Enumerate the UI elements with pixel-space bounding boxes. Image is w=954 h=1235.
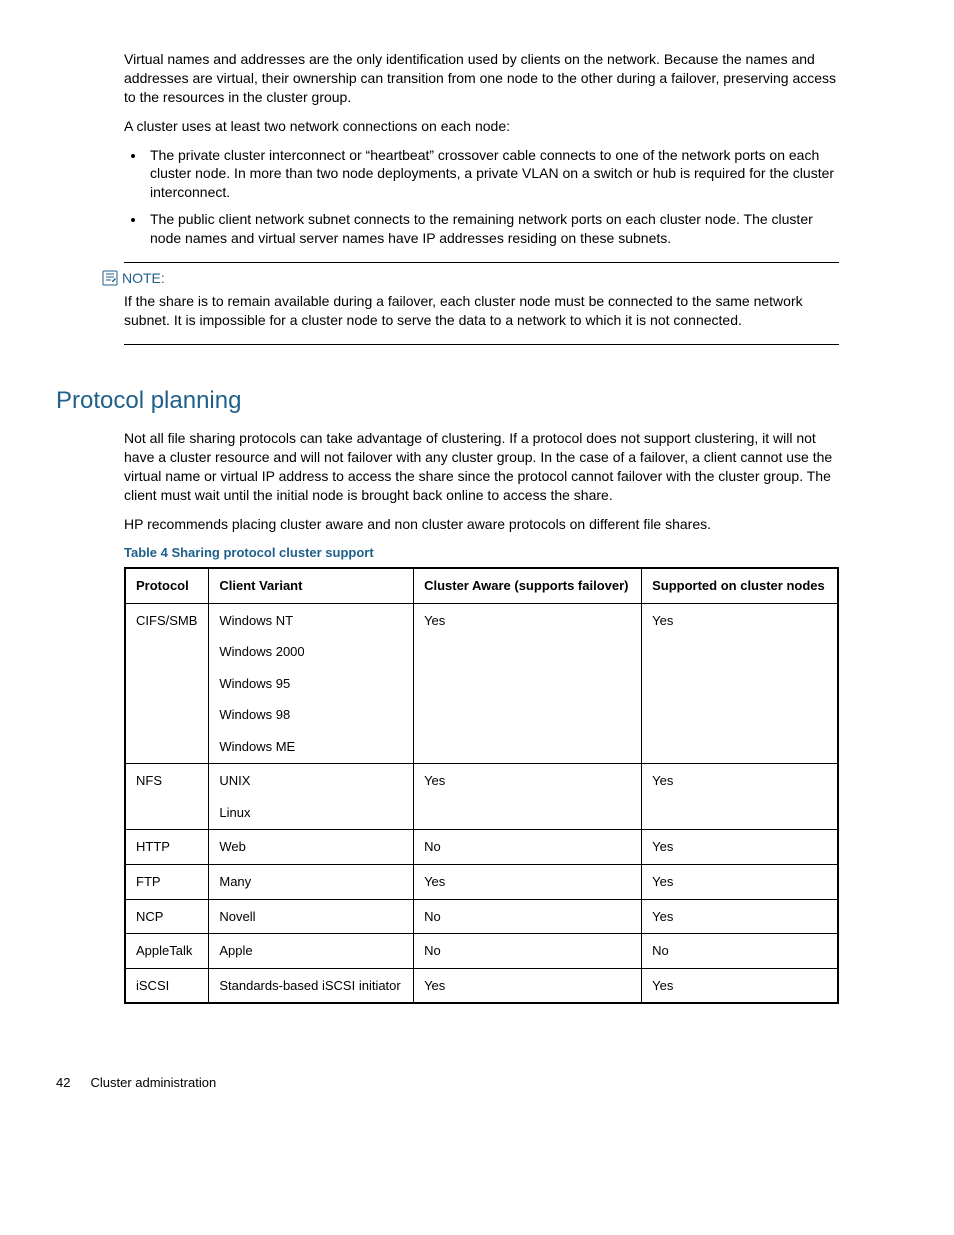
page-footer: 42 Cluster administration — [56, 1074, 839, 1092]
table-row: AppleTalkAppleNoNo — [125, 934, 838, 969]
cell-protocol: NCP — [125, 899, 209, 934]
table-header-row: Protocol Client Variant Cluster Aware (s… — [125, 568, 838, 603]
section-p2: HP recommends placing cluster aware and … — [124, 515, 839, 534]
cell-variant: UNIX Linux — [209, 764, 414, 830]
cell-supported: Yes — [642, 830, 838, 865]
cell-variant: Web — [209, 830, 414, 865]
col-supported: Supported on cluster nodes — [642, 568, 838, 603]
variant-item: Linux — [219, 804, 403, 822]
cell-variant: Apple — [209, 934, 414, 969]
table-row: CIFS/SMB Windows NT Windows 2000 Windows 95… — [125, 603, 838, 764]
cell-protocol: iSCSI — [125, 968, 209, 1003]
table-row: FTPManyYesYes — [125, 865, 838, 900]
table-caption: Table 4 Sharing protocol cluster support — [124, 544, 839, 562]
cell-variant: Many — [209, 865, 414, 900]
variant-item: Windows 95 — [219, 675, 403, 693]
cell-aware: No — [414, 934, 642, 969]
note-block: NOTE: If the share is to remain availabl… — [124, 262, 839, 345]
cell-protocol: NFS — [125, 764, 209, 830]
bullet-item: The private cluster interconnect or “hea… — [146, 146, 839, 203]
cell-protocol: HTTP — [125, 830, 209, 865]
cell-protocol: FTP — [125, 865, 209, 900]
intro-bullets: The private cluster interconnect or “hea… — [124, 146, 839, 248]
cell-aware: Yes — [414, 968, 642, 1003]
table-head: Protocol Client Variant Cluster Aware (s… — [125, 568, 838, 603]
note-body: If the share is to remain available duri… — [124, 292, 839, 330]
cell-aware: No — [414, 899, 642, 934]
col-variant: Client Variant — [209, 568, 414, 603]
cell-aware: Yes — [414, 764, 642, 830]
cell-variant: Windows NT Windows 2000 Windows 95 Windows … — [209, 603, 414, 764]
protocol-table: Protocol Client Variant Cluster Aware (s… — [124, 567, 839, 1004]
footer-title: Cluster administration — [90, 1074, 216, 1092]
note-icon — [102, 270, 118, 286]
cell-aware: No — [414, 830, 642, 865]
col-aware: Cluster Aware (supports failover) — [414, 568, 642, 603]
cell-supported: Yes — [642, 764, 838, 830]
note-header: NOTE: — [102, 269, 839, 288]
table-row: NFS UNIX Linux YesYes — [125, 764, 838, 830]
variant-item: Windows 2000 — [219, 643, 403, 661]
cell-supported: Yes — [642, 865, 838, 900]
cell-variant: Standards-based iSCSI initiator — [209, 968, 414, 1003]
variant-item: Windows 98 — [219, 706, 403, 724]
variant-item: Windows NT — [219, 612, 403, 630]
intro-p1: Virtual names and addresses are the only… — [124, 50, 839, 107]
section-heading: Protocol planning — [56, 385, 839, 417]
variant-item: Windows ME — [219, 738, 403, 756]
cell-variant: Novell — [209, 899, 414, 934]
variant-item: UNIX — [219, 772, 403, 790]
cell-supported: Yes — [642, 899, 838, 934]
intro-p2: A cluster uses at least two network conn… — [124, 117, 839, 136]
cell-aware: Yes — [414, 865, 642, 900]
table-row: iSCSIStandards-based iSCSI initiatorYesY… — [125, 968, 838, 1003]
note-divider-bottom — [124, 344, 839, 345]
cell-protocol: CIFS/SMB — [125, 603, 209, 764]
cell-aware: Yes — [414, 603, 642, 764]
table-row: NCPNovellNoYes — [125, 899, 838, 934]
section-body: Not all file sharing protocols can take … — [124, 429, 839, 1004]
cell-supported: Yes — [642, 968, 838, 1003]
note-label: NOTE: — [122, 269, 165, 288]
table-body: CIFS/SMB Windows NT Windows 2000 Windows 95… — [125, 603, 838, 1003]
intro-block: Virtual names and addresses are the only… — [124, 50, 839, 248]
section-p1: Not all file sharing protocols can take … — [124, 429, 839, 505]
bullet-item: The public client network subnet connect… — [146, 210, 839, 248]
cell-protocol: AppleTalk — [125, 934, 209, 969]
page-number: 42 — [56, 1074, 70, 1092]
col-protocol: Protocol — [125, 568, 209, 603]
table-row: HTTPWebNoYes — [125, 830, 838, 865]
cell-supported: Yes — [642, 603, 838, 764]
note-divider-top — [124, 262, 839, 263]
cell-supported: No — [642, 934, 838, 969]
